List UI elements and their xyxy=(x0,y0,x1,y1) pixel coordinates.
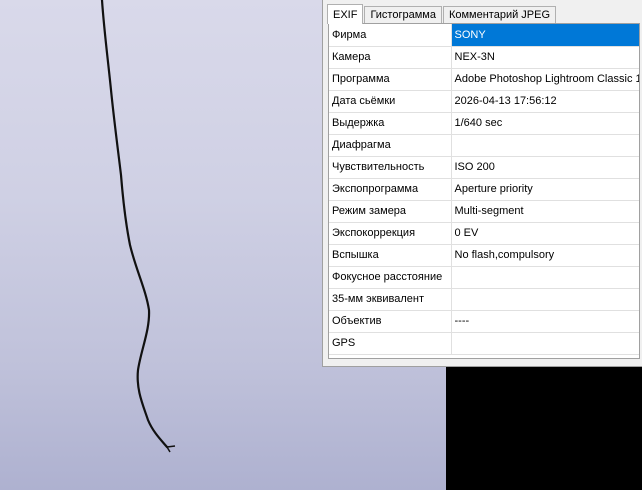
exif-row-camera[interactable]: Камера NEX-3N xyxy=(329,46,639,69)
tab-bar: EXIF Гистограмма Комментарий JPEG xyxy=(327,3,557,24)
row-label: Камера xyxy=(329,46,452,69)
row-label: 35-мм эквивалент xyxy=(329,288,452,311)
row-value[interactable]: NEX-3N xyxy=(451,46,639,69)
exif-info-panel: EXIF Гистограмма Комментарий JPEG Фирма S… xyxy=(322,0,642,367)
exif-row-lens[interactable]: Объектив ---- xyxy=(329,310,639,333)
exif-row-35mm-equivalent[interactable]: 35-мм эквивалент xyxy=(329,288,639,311)
exif-row-flash[interactable]: Вспышка No flash,compulsory xyxy=(329,244,639,267)
row-value[interactable]: Aperture priority xyxy=(451,178,639,201)
row-value[interactable]: SONY xyxy=(451,24,639,47)
exif-row-date[interactable]: Дата сьёмки 2026-04-13 17:56:12 xyxy=(329,90,639,113)
row-value[interactable]: ISO 200 xyxy=(451,156,639,179)
exif-row-gps[interactable]: GPS xyxy=(329,332,639,355)
row-label: Выдержка xyxy=(329,112,452,135)
exif-row-metering[interactable]: Режим замера Multi-segment xyxy=(329,200,639,223)
exif-row-exposure[interactable]: Выдержка 1/640 sec xyxy=(329,112,639,135)
row-value[interactable]: Multi-segment xyxy=(451,200,639,223)
exif-row-exposure-bias[interactable]: Экспокоррекция 0 EV xyxy=(329,222,639,245)
row-value[interactable]: ---- xyxy=(451,310,639,333)
row-label: Фирма xyxy=(329,24,452,47)
exif-row-software[interactable]: Программа Adobe Photoshop Lightroom Class… xyxy=(329,68,639,91)
row-label: Экспокоррекция xyxy=(329,222,452,245)
exif-row-iso[interactable]: Чувствительность ISO 200 xyxy=(329,156,639,179)
row-value[interactable]: No flash,compulsory xyxy=(451,244,639,267)
row-value[interactable]: 2026-04-13 17:56:12 xyxy=(451,90,639,113)
row-value[interactable] xyxy=(451,134,639,157)
row-label: Программа xyxy=(329,68,452,91)
row-value[interactable]: Adobe Photoshop Lightroom Classic 1 xyxy=(451,68,639,91)
tab-jpeg-comment[interactable]: Комментарий JPEG xyxy=(442,6,557,23)
row-label: Объектив xyxy=(329,310,452,333)
tab-exif[interactable]: EXIF xyxy=(327,4,364,24)
row-label: Чувствительность xyxy=(329,156,452,179)
empty-background xyxy=(446,367,642,490)
row-label: Режим замера xyxy=(329,200,452,223)
row-value[interactable]: 1/640 sec xyxy=(451,112,639,135)
exif-row-exposure-program[interactable]: Экспопрограмма Aperture priority xyxy=(329,178,639,201)
row-label: Дата сьёмки xyxy=(329,90,452,113)
exif-row-aperture[interactable]: Диафрагма xyxy=(329,134,639,157)
exif-table: Фирма SONY Камера NEX-3N Программа Adobe Ph… xyxy=(328,23,640,359)
row-value[interactable] xyxy=(451,266,639,289)
row-value[interactable] xyxy=(451,288,639,311)
exif-row-make[interactable]: Фирма SONY xyxy=(329,24,639,47)
row-label: GPS xyxy=(329,332,452,355)
row-label: Фокусное расстояние xyxy=(329,266,452,289)
row-label: Экспопрограмма xyxy=(329,178,452,201)
tab-histogram[interactable]: Гистограмма xyxy=(364,6,442,23)
row-value[interactable] xyxy=(451,332,639,355)
exif-row-focal-length[interactable]: Фокусное расстояние xyxy=(329,266,639,289)
row-label: Диафрагма xyxy=(329,134,452,157)
row-value[interactable]: 0 EV xyxy=(451,222,639,245)
row-label: Вспышка xyxy=(329,244,452,267)
